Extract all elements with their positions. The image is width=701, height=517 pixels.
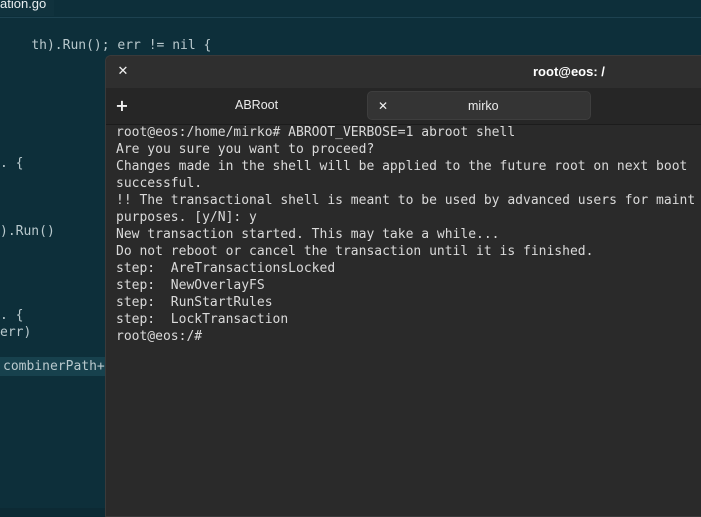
- code-text: th).Run(); err != nil {: [31, 38, 212, 53]
- code-line: ).Run(): [0, 224, 55, 239]
- code-line: err): [0, 325, 32, 340]
- terminal-line: New transaction started. This may take a…: [116, 227, 500, 242]
- code-line: . {: [0, 156, 24, 171]
- new-tab-button[interactable]: +: [112, 96, 132, 116]
- terminal-line: step: LockTransaction: [116, 312, 289, 327]
- terminal-line: Are you sure you want to proceed?: [116, 142, 375, 157]
- terminal-line: step: RunStartRules: [116, 295, 273, 310]
- close-icon: ✕: [117, 64, 129, 79]
- terminal-line: Do not reboot or cancel the transaction …: [116, 244, 594, 259]
- terminal-output[interactable]: root@eos:/home/mirko# ABROOT_VERBOSE=1 a…: [116, 124, 701, 504]
- terminal-line: purposes. [y/N]: y: [116, 210, 257, 225]
- terminal-line: !! The transactional shell is meant to b…: [116, 193, 696, 208]
- window-title: root@eos: /: [533, 64, 605, 79]
- code-line: th).Run(); err != nil {: [0, 20, 211, 53]
- tab-mirko[interactable]: ✕ mirko: [367, 91, 591, 120]
- tab-label: mirko: [468, 99, 499, 113]
- close-window-button[interactable]: ✕: [115, 63, 131, 81]
- editor-file-tab[interactable]: ation.go: [0, 0, 55, 16]
- terminal-prompt: root@eos:/#: [116, 329, 203, 344]
- code-line: . {: [0, 308, 24, 323]
- close-tab-icon[interactable]: ✕: [376, 97, 390, 115]
- terminal-window[interactable]: ✕ root@eos: / + ABRoot ✕ mirko root@eos:…: [105, 55, 701, 517]
- terminal-tabbar: + ABRoot ✕ mirko: [106, 88, 701, 125]
- terminal-titlebar[interactable]: ✕ root@eos: /: [106, 56, 701, 88]
- terminal-line: Changes made in the shell will be applie…: [116, 159, 688, 174]
- editor-tabbar-divider: [0, 17, 701, 18]
- terminal-line: step: NewOverlayFS: [116, 278, 265, 293]
- plus-icon: +: [115, 96, 129, 115]
- terminal-line: root@eos:/home/mirko# ABROOT_VERBOSE=1 a…: [116, 125, 516, 140]
- terminal-line: step: AreTransactionsLocked: [116, 261, 336, 276]
- terminal-line: successful.: [116, 176, 203, 191]
- tab-label: ABRoot: [235, 98, 279, 112]
- code-line: combinerPath+: [3, 359, 105, 374]
- tab-abroot[interactable]: ABRoot: [142, 91, 367, 120]
